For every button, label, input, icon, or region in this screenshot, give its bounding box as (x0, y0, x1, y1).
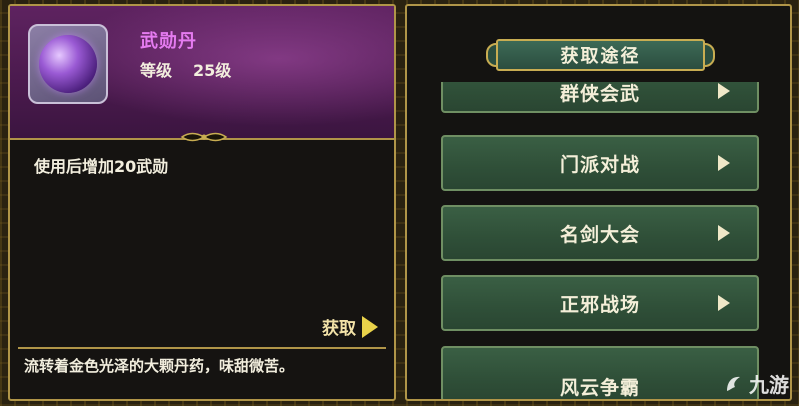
route-label: 风云争霸 (559, 377, 640, 399)
arrow-right-icon (718, 225, 730, 241)
routes-title: 获取途径 (496, 39, 705, 71)
routes-title-banner: 获取途径 (486, 35, 715, 75)
route-button-menpai[interactable]: 门派对战 (441, 135, 759, 191)
item-header: 武勋丹 等级 25级 (10, 6, 394, 140)
route-button-fengyun[interactable]: 风云争霸 (441, 346, 759, 399)
route-label: 门派对战 (559, 153, 640, 176)
watermark: 九游 (723, 369, 789, 398)
item-icon-frame (28, 24, 108, 104)
play-arrow-icon (362, 315, 378, 338)
item-name: 武勋丹 (140, 31, 197, 52)
arrow-right-icon (718, 295, 730, 311)
obtain-routes-panel: 获取途径 群侠会武 门派对战 名剑大会 正邪战场 风云争霸 (405, 4, 792, 401)
route-button-zhengxie[interactable]: 正邪战场 (441, 275, 759, 331)
arrow-right-icon (718, 83, 730, 99)
ornament-divider-icon (180, 132, 228, 142)
item-level-label: 等级 (140, 61, 173, 80)
route-button-qunxia[interactable]: 群侠会武 (441, 82, 759, 113)
pill-orb-icon (39, 35, 97, 93)
route-label: 正邪战场 (559, 293, 640, 316)
route-label: 群侠会武 (559, 82, 640, 105)
route-label: 名剑大会 (559, 223, 640, 246)
divider (18, 347, 386, 349)
item-detail-panel: 武勋丹 等级 25级 使用后增加20武勋 获取 流转着金色光泽的大颗丹药，味甜微… (8, 4, 396, 401)
arrow-right-icon (718, 155, 730, 171)
obtain-button[interactable]: 获取 (322, 314, 378, 339)
watermark-logo-icon (727, 376, 740, 391)
route-button-mingjian[interactable]: 名剑大会 (441, 205, 759, 261)
item-level-value: 25级 (193, 61, 232, 80)
routes-list[interactable]: 群侠会武 门派对战 名剑大会 正邪战场 风云争霸 (441, 82, 763, 399)
item-effect: 使用后增加20武勋 (34, 157, 169, 176)
obtain-label: 获取 (322, 319, 356, 339)
item-description: 流转着金色光泽的大颗丹药，味甜微苦。 (24, 357, 295, 375)
watermark-text: 九游 (749, 373, 789, 397)
